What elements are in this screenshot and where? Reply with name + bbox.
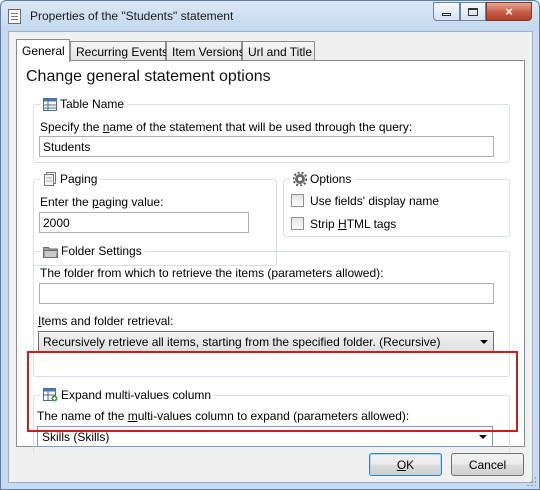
table-name-group: Table Name Specify the name of the state…: [33, 97, 510, 163]
folder-input[interactable]: [39, 283, 494, 304]
ok-button[interactable]: OK: [369, 453, 442, 476]
tab-label: Item Versions: [172, 45, 245, 59]
title-bar[interactable]: Properties of the "Students" statement ×: [1, 1, 539, 31]
chevron-down-icon: [480, 340, 488, 344]
close-button[interactable]: ×: [486, 2, 532, 21]
minimize-icon: [442, 13, 451, 16]
use-display-name-label[interactable]: Use fields' display name: [310, 194, 439, 208]
pages-icon: [44, 172, 56, 186]
use-display-name-checkbox[interactable]: [291, 194, 304, 207]
cancel-button-label: Cancel: [468, 457, 507, 472]
tab-recurring-events[interactable]: Recurring Events: [70, 41, 169, 61]
tab-url-and-title[interactable]: Url and Title: [242, 41, 315, 61]
folder-prompt: The folder from which to retrieve the it…: [40, 266, 384, 280]
ok-button-label: OK: [396, 457, 415, 472]
gear-icon: [293, 172, 307, 186]
window-title: Properties of the "Students" statement: [30, 9, 234, 23]
retrieval-select[interactable]: Recursively retrieve all items, starting…: [38, 331, 494, 352]
cancel-button[interactable]: Cancel: [451, 453, 524, 476]
options-legend: Options: [290, 172, 355, 186]
options-group: Options Use fields' display name Strip H…: [283, 172, 510, 237]
tab-label: Recurring Events: [76, 45, 169, 59]
close-icon: ×: [505, 4, 513, 19]
tab-general[interactable]: General: [16, 39, 70, 62]
tab-label: Url and Title: [248, 45, 313, 59]
folder-settings-legend: Folder Settings: [40, 244, 145, 258]
table-name-legend: Table Name: [40, 97, 128, 111]
paging-legend-text: Paging: [60, 172, 98, 186]
paging-legend: Paging: [40, 172, 101, 186]
folder-icon: [43, 246, 58, 258]
tab-item-versions[interactable]: Item Versions: [166, 41, 245, 61]
expand-column-select-value: Skills (Skills): [42, 430, 110, 444]
properties-dialog: Properties of the "Students" statement ×…: [0, 0, 540, 490]
table-name-prompt: Specify the name of the statement that w…: [40, 120, 413, 134]
folder-settings-legend-text: Folder Settings: [61, 244, 142, 258]
paging-input[interactable]: 2000: [39, 212, 249, 233]
highlight-frame: [27, 351, 518, 432]
strip-html-label[interactable]: Strip HTML tags: [310, 217, 396, 231]
retrieval-label: Items and folder retrieval:: [38, 314, 174, 328]
table-name-legend-text: Table Name: [60, 97, 125, 111]
tab-label: General: [22, 44, 65, 58]
minimize-button[interactable]: [433, 2, 460, 21]
table-icon: [43, 97, 57, 111]
maximize-icon: [468, 7, 478, 16]
paging-prompt: Enter the paging value:: [40, 195, 164, 209]
table-name-input[interactable]: Students: [39, 136, 494, 157]
retrieval-select-value: Recursively retrieve all items, starting…: [43, 335, 441, 349]
page-title: Change general statement options: [26, 68, 271, 85]
strip-html-checkbox[interactable]: [291, 217, 304, 230]
document-icon: [8, 9, 21, 24]
chevron-down-icon: [479, 435, 487, 439]
maximize-button[interactable]: [460, 2, 486, 21]
options-legend-text: Options: [310, 172, 352, 186]
